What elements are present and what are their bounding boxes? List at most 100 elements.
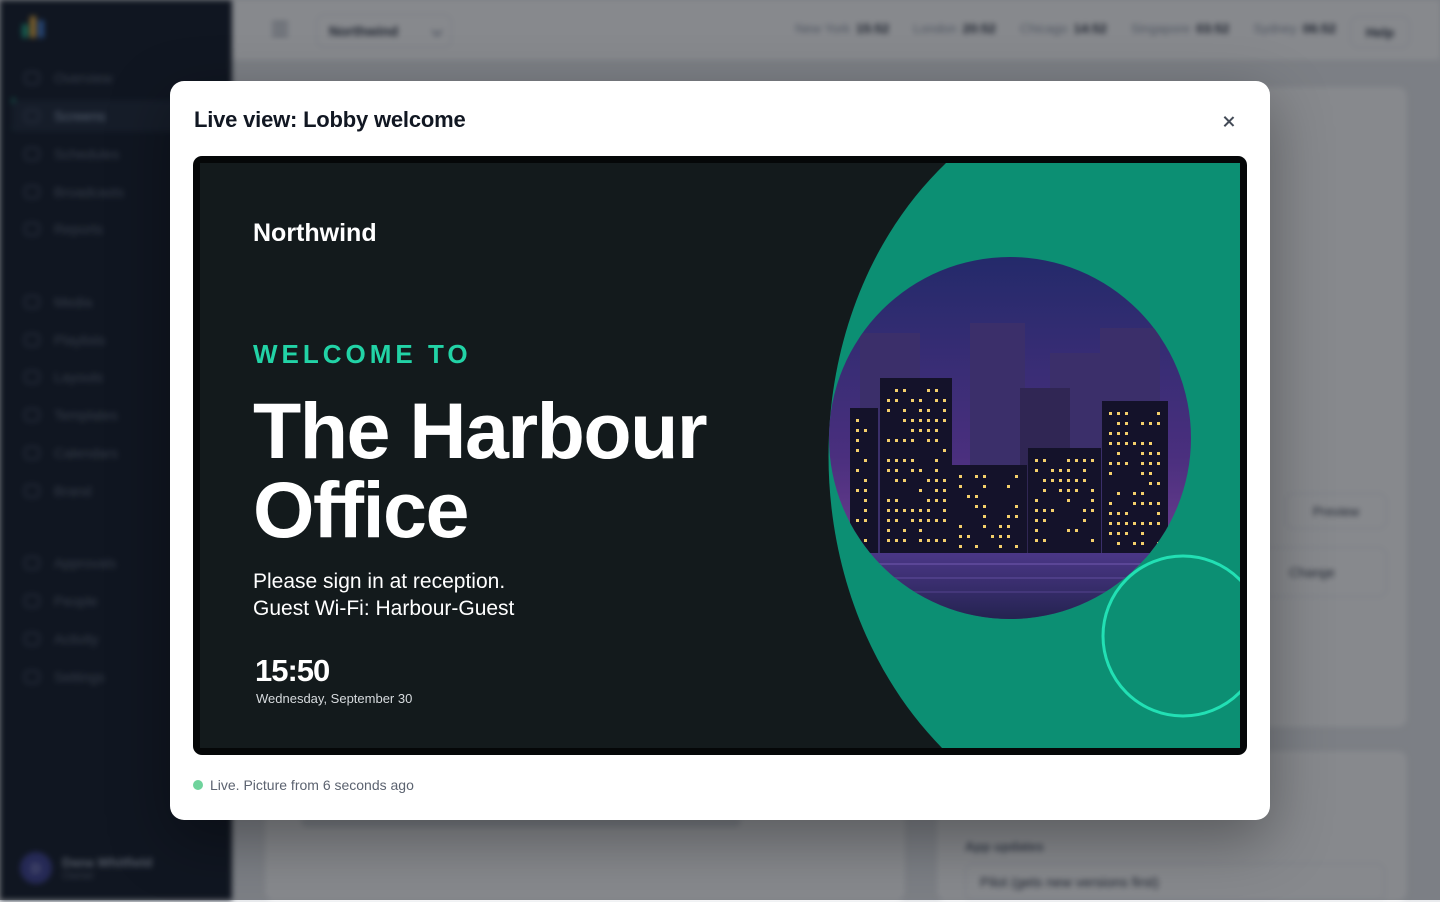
- window-light: [1157, 512, 1160, 515]
- window-light: [1059, 469, 1062, 472]
- window-light: [1125, 442, 1128, 445]
- window-light: [903, 419, 906, 422]
- window-light: [864, 479, 867, 482]
- window-light: [919, 419, 922, 422]
- window-light: [943, 449, 946, 452]
- window-light: [1125, 422, 1128, 425]
- window-light: [1043, 459, 1046, 462]
- window-light: [935, 439, 938, 442]
- window-light: [1149, 522, 1152, 525]
- window-light: [967, 495, 970, 498]
- window-light: [887, 509, 890, 512]
- window-light: [983, 515, 986, 518]
- live-dot-icon: [193, 780, 203, 790]
- window-light: [959, 475, 962, 478]
- window-light: [983, 505, 986, 508]
- window-light: [935, 539, 938, 542]
- sign-headline: The Harbour Office: [253, 386, 708, 554]
- window-light: [927, 429, 930, 432]
- window-light: [1149, 482, 1152, 485]
- window-light: [1117, 532, 1120, 535]
- window-light: [1117, 462, 1120, 465]
- window-light: [1035, 529, 1038, 532]
- window-light: [1059, 489, 1062, 492]
- window-light: [1157, 462, 1160, 465]
- window-light: [1051, 479, 1054, 482]
- window-light: [1035, 519, 1038, 522]
- window-light: [935, 399, 938, 402]
- window-light: [1091, 459, 1094, 462]
- window-light: [903, 409, 906, 412]
- window-light: [935, 419, 938, 422]
- window-light: [1125, 532, 1128, 535]
- window-light: [927, 509, 930, 512]
- window-light: [927, 409, 930, 412]
- window-light: [943, 489, 946, 492]
- window-light: [975, 545, 978, 548]
- window-light: [1007, 515, 1010, 518]
- window-light: [1141, 522, 1144, 525]
- window-light: [1007, 485, 1010, 488]
- window-light: [887, 409, 890, 412]
- window-light: [975, 495, 978, 498]
- window-light: [919, 489, 922, 492]
- window-light: [1141, 442, 1144, 445]
- window-light: [911, 419, 914, 422]
- window-light: [1091, 489, 1094, 492]
- window-light: [1051, 469, 1054, 472]
- window-light: [1141, 532, 1144, 535]
- window-light: [864, 489, 867, 492]
- window-light: [1091, 509, 1094, 512]
- window-light: [943, 479, 946, 482]
- window-light: [856, 519, 859, 522]
- window-light: [856, 419, 859, 422]
- window-light: [919, 469, 922, 472]
- window-light: [1015, 505, 1018, 508]
- live-view-modal: Live view: Lobby welcome Northwind WELCO…: [170, 81, 1270, 820]
- window-light: [903, 459, 906, 462]
- window-light: [1117, 452, 1120, 455]
- window-light: [1083, 479, 1086, 482]
- window-light: [911, 439, 914, 442]
- window-light: [1075, 479, 1078, 482]
- window-light: [864, 429, 867, 432]
- window-light: [1075, 529, 1078, 532]
- window-light: [895, 399, 898, 402]
- window-light: [1125, 412, 1128, 415]
- window-light: [1109, 522, 1112, 525]
- window-light: [887, 529, 890, 532]
- window-light: [1007, 525, 1010, 528]
- window-light: [1109, 502, 1112, 505]
- window-light: [1067, 489, 1070, 492]
- window-light: [895, 459, 898, 462]
- window-light: [1051, 509, 1054, 512]
- window-light: [1091, 539, 1094, 542]
- window-light: [919, 509, 922, 512]
- window-light: [1117, 512, 1120, 515]
- window-light: [1109, 462, 1112, 465]
- window-light: [935, 479, 938, 482]
- window-light: [1075, 489, 1078, 492]
- window-light: [864, 509, 867, 512]
- close-icon[interactable]: [1218, 111, 1240, 133]
- window-light: [1035, 459, 1038, 462]
- window-light: [856, 439, 859, 442]
- window-light: [919, 519, 922, 522]
- window-light: [935, 429, 938, 432]
- window-light: [991, 535, 994, 538]
- window-light: [983, 485, 986, 488]
- window-light: [959, 485, 962, 488]
- window-light: [1133, 522, 1136, 525]
- window-light: [903, 439, 906, 442]
- window-light: [919, 409, 922, 412]
- window-light: [967, 535, 970, 538]
- window-light: [895, 389, 898, 392]
- window-light: [927, 539, 930, 542]
- window-light: [1083, 509, 1086, 512]
- window-light: [911, 519, 914, 522]
- window-light: [1043, 489, 1046, 492]
- window-light: [1109, 442, 1112, 445]
- window-light: [1133, 502, 1136, 505]
- window-light: [1133, 542, 1136, 545]
- window-light: [1117, 442, 1120, 445]
